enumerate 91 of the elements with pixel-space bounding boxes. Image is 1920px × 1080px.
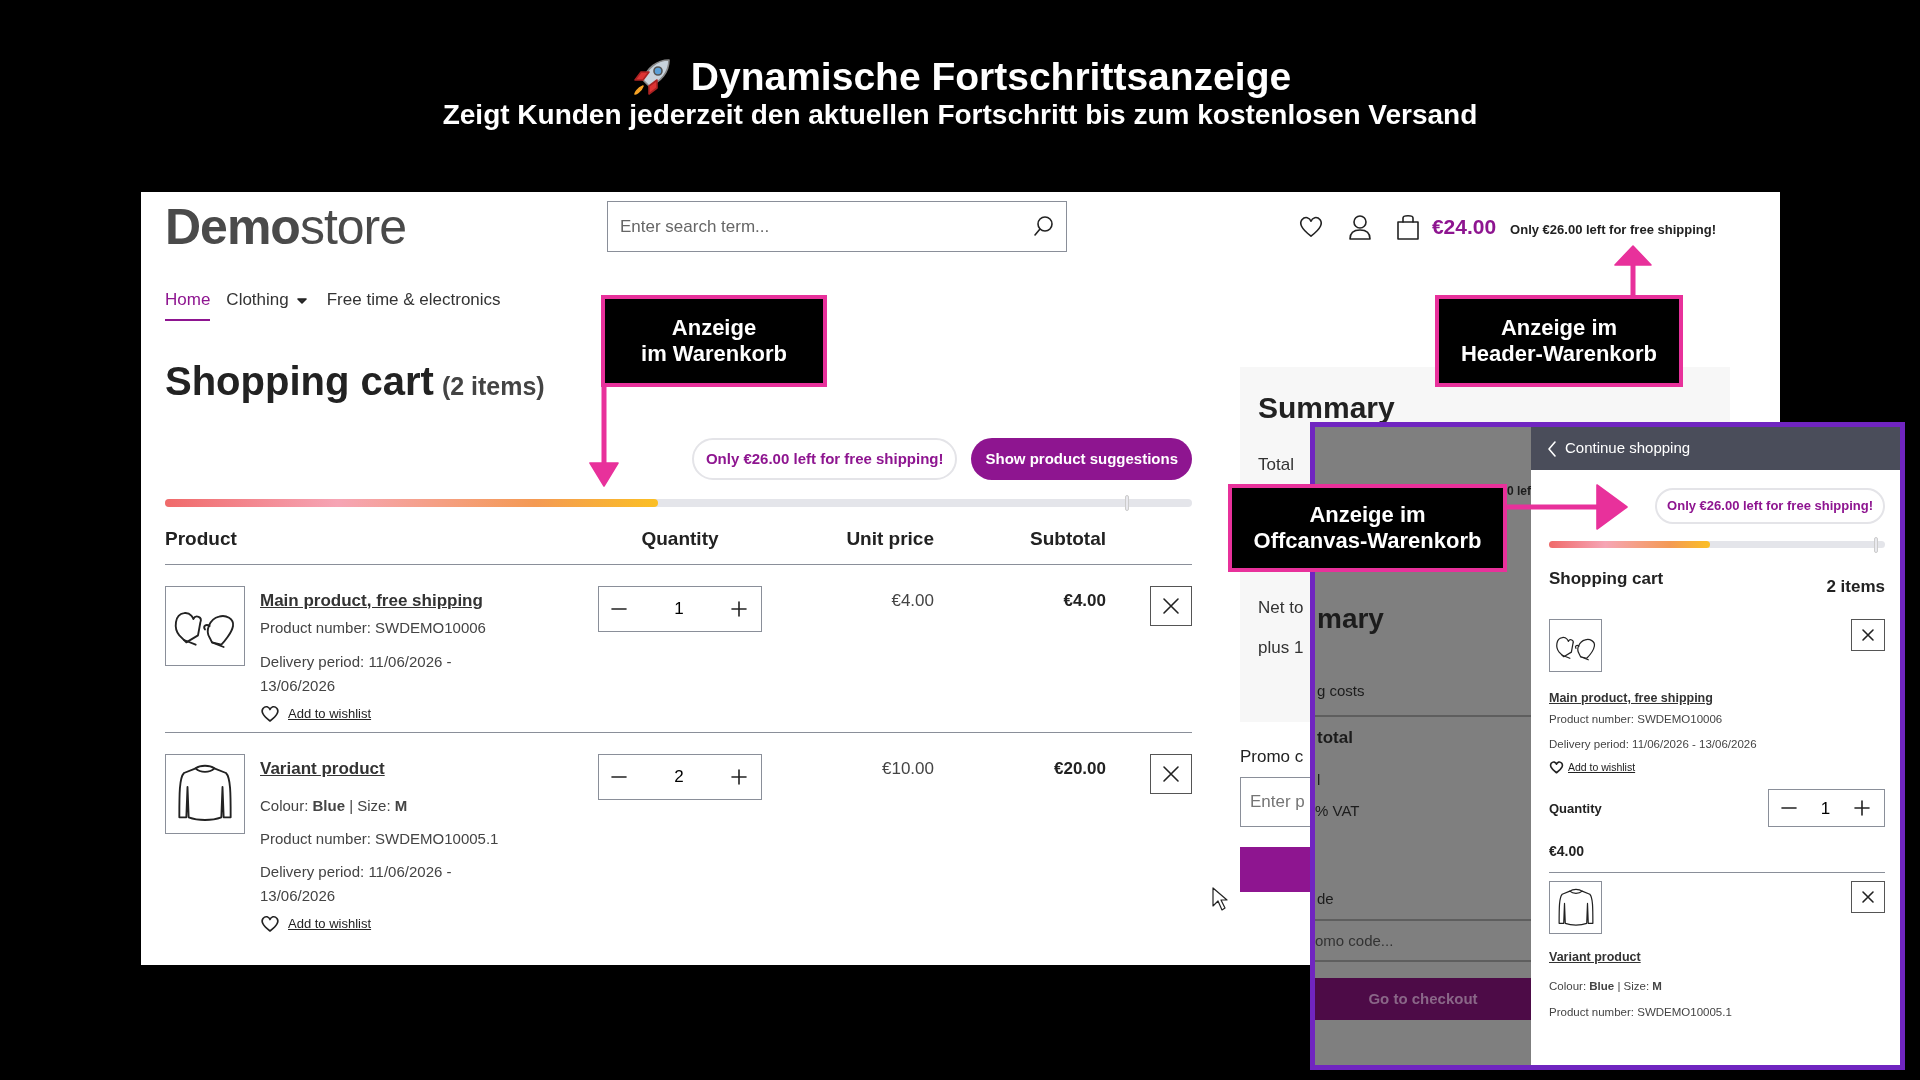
text-fragment: l bbox=[1317, 770, 1321, 790]
product-detail: Colour: Blue | Size: M bbox=[1549, 979, 1662, 995]
product-image[interactable] bbox=[165, 585, 245, 666]
text-fragment: total bbox=[1317, 726, 1353, 749]
wishlist-link[interactable]: Add to wishlist bbox=[1568, 759, 1636, 776]
product-detail: Product number: SWDEMO10005.1 bbox=[260, 828, 499, 849]
product-link[interactable]: Main product, free shipping bbox=[1549, 689, 1713, 708]
product-image[interactable] bbox=[1549, 619, 1602, 672]
item-count: 2 items bbox=[1826, 575, 1885, 598]
delivery-period: Delivery period: 11/06/2026 - 13/06/2026 bbox=[260, 862, 453, 906]
promo-field[interactable]: Enter p bbox=[1240, 777, 1310, 827]
text-fragment: mary bbox=[1317, 605, 1384, 633]
column-header: Product bbox=[165, 528, 237, 549]
remove-button[interactable] bbox=[1851, 619, 1885, 651]
banner-title: Dynamische Fortschrittsanzeige bbox=[690, 55, 1292, 99]
heart-icon bbox=[260, 703, 280, 724]
item-price: €4.00 bbox=[1549, 842, 1585, 862]
shipping-notice: Only €26.00 left for free shipping! bbox=[691, 437, 958, 480]
unit-price: €10.00 bbox=[882, 758, 934, 778]
shipping-notice: Only €26.00 left for free shipping! bbox=[1655, 488, 1885, 524]
quantity-field[interactable]: 2 bbox=[639, 762, 719, 791]
unit-price: €4.00 bbox=[891, 590, 934, 610]
quantity-stepper[interactable]: 2 bbox=[598, 753, 762, 800]
summary-title: Summary bbox=[1258, 389, 1396, 426]
text-fragment: 0 lef bbox=[1507, 483, 1531, 500]
minus-icon bbox=[1781, 807, 1797, 810]
subtotal: €20.00 bbox=[1054, 758, 1106, 778]
subtotal: €4.00 bbox=[1063, 590, 1106, 610]
chevron-left-icon bbox=[1547, 439, 1557, 458]
remove-button[interactable] bbox=[1851, 881, 1885, 914]
plus-icon bbox=[730, 767, 748, 786]
text-fragment: g costs bbox=[1317, 681, 1365, 701]
close-icon bbox=[1162, 764, 1180, 783]
nav-link[interactable]: Clothing bbox=[226, 287, 307, 321]
close-icon bbox=[1861, 628, 1875, 642]
quantity-field[interactable]: 1 bbox=[1809, 794, 1842, 822]
cursor-icon bbox=[1211, 886, 1229, 912]
quantity-field[interactable]: 1 bbox=[639, 594, 719, 623]
store-logo[interactable]: Demostore bbox=[165, 201, 607, 252]
close-icon bbox=[1162, 596, 1180, 615]
wishlist-link[interactable]: Add to wishlist bbox=[288, 914, 372, 934]
callout-label: Anzeige im Warenkorb bbox=[641, 315, 787, 367]
column-header: Quantity bbox=[641, 528, 719, 549]
column-header: Subtotal bbox=[1030, 528, 1106, 549]
product-detail: Product number: SWDEMO10005.1 bbox=[1549, 1004, 1732, 1020]
text-fragment: % VAT bbox=[1315, 800, 1360, 821]
product-detail: Product number: SWDEMO10006 bbox=[1549, 712, 1723, 727]
product-image[interactable] bbox=[165, 753, 245, 834]
remove-button[interactable] bbox=[1150, 753, 1192, 794]
text-fragment: omo code... bbox=[1315, 930, 1394, 951]
nav-link[interactable]: Home bbox=[165, 287, 211, 321]
quantity-stepper[interactable]: 1 bbox=[1768, 789, 1885, 828]
cart-title: Shopping cart bbox=[1549, 567, 1664, 590]
nav-link[interactable]: Free time & electronics bbox=[326, 287, 501, 321]
product-detail: Product number: SWDEMO10006 bbox=[260, 618, 486, 638]
product-detail: Colour: Blue | Size: M bbox=[260, 796, 409, 816]
item-count: (2 items) bbox=[441, 370, 545, 402]
column-header: Unit price bbox=[846, 528, 934, 549]
product-link[interactable]: Main product, free shipping bbox=[260, 587, 483, 613]
product-image[interactable] bbox=[1549, 881, 1602, 935]
product-detail: Delivery period: 11/06/2026 - 13/06/2026 bbox=[1549, 737, 1757, 753]
quantity-stepper[interactable]: 1 bbox=[598, 585, 762, 632]
plus-icon bbox=[1853, 799, 1871, 818]
shipping-notice: Only €26.00 left for free shipping! bbox=[1510, 220, 1716, 239]
minus-icon bbox=[611, 607, 627, 610]
summary-row-label: Total bbox=[1258, 453, 1294, 476]
minus-icon bbox=[611, 775, 627, 778]
summary-row-label: plus 1 bbox=[1258, 636, 1304, 659]
callout-label: Anzeige im Header-Warenkorb bbox=[1461, 315, 1657, 367]
wishlist-link[interactable]: Add to wishlist bbox=[288, 703, 372, 724]
user-icon bbox=[1347, 213, 1372, 240]
plus-icon bbox=[730, 599, 748, 618]
heart-icon bbox=[1549, 759, 1564, 775]
bag-icon bbox=[1395, 213, 1420, 240]
close-icon bbox=[1861, 890, 1875, 905]
promo-label: Promo c bbox=[1240, 745, 1304, 768]
product-link[interactable]: Variant product bbox=[260, 755, 385, 781]
product-link[interactable]: Variant product bbox=[1549, 948, 1641, 967]
search-icon bbox=[1033, 215, 1055, 237]
quantity-label: Quantity bbox=[1549, 799, 1602, 818]
cart-total[interactable]: €24.00 bbox=[1431, 210, 1497, 243]
callout-label: Anzeige im Offcanvas-Warenkorb bbox=[1253, 502, 1482, 554]
summary-row-label: Net to bbox=[1258, 597, 1304, 619]
remove-button[interactable] bbox=[1150, 585, 1192, 626]
suggestions-button[interactable]: Show product suggestions bbox=[971, 437, 1192, 480]
delivery-period: Delivery period: 11/06/2026 - 13/06/2026 bbox=[260, 651, 453, 696]
search-field[interactable]: Enter search term... bbox=[607, 201, 1067, 252]
text-fragment: de bbox=[1317, 889, 1334, 909]
page-heading: Shopping cart bbox=[165, 357, 434, 405]
heart-icon bbox=[260, 914, 280, 934]
banner-subtitle: Zeigt Kunden jederzeit den aktuellen Fortschritt bis zum kostenlosen Versand bbox=[442, 100, 1478, 131]
